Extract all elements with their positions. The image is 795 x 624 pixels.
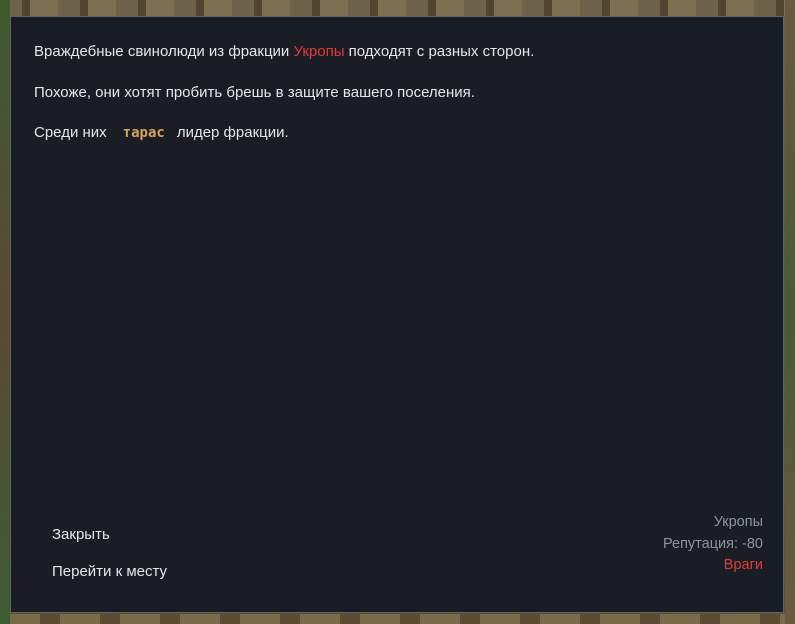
close-button[interactable]: Закрыть bbox=[52, 526, 110, 543]
message-line-3-before: Среди них bbox=[34, 124, 107, 141]
message-line-1: Враждебные свинолюди из фракции Укропы п… bbox=[34, 43, 534, 60]
leader-name: тарас bbox=[122, 125, 165, 141]
message-line-1-after: подходят с разных сторон. bbox=[348, 43, 535, 60]
message-line-3-after: лидер фракции. bbox=[176, 124, 289, 141]
world-terrain-right bbox=[785, 0, 795, 624]
faction-name-link: Укропы bbox=[293, 43, 345, 60]
message-line-3: Среди них тарас лидер фракции. bbox=[34, 124, 289, 141]
message-line-1-before: Враждебные свинолюди из фракции bbox=[34, 43, 290, 60]
faction-reputation: Репутация: -80 bbox=[662, 535, 763, 552]
jump-to-location-button[interactable]: Перейти к месту bbox=[52, 563, 167, 580]
message-line-2: Похоже, они хотят пробить брешь в защите… bbox=[34, 84, 475, 101]
world-terrain-left bbox=[0, 0, 10, 624]
world-terrain-bottom bbox=[0, 614, 795, 624]
faction-info-panel: Укропы Репутация: -80 Враги bbox=[663, 512, 763, 577]
faction-relation-status: Враги bbox=[723, 557, 763, 573]
raid-letter-dialog: Враждебные свинолюди из фракции Укропы п… bbox=[10, 16, 784, 613]
world-terrain-top bbox=[0, 0, 795, 16]
faction-info-name: Укропы bbox=[713, 514, 763, 530]
